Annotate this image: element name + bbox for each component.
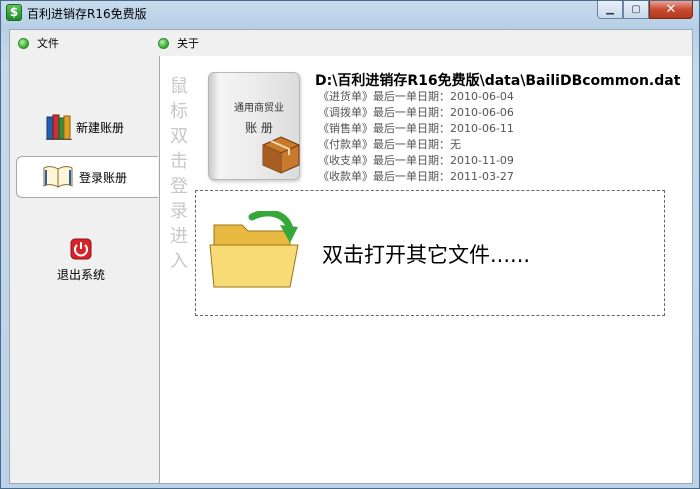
client-area: 文件 关于 新建账册 登录账册 退出系统 鼠 标 双 击 登 录 进 入 通用商… (9, 29, 693, 484)
sidebar-item-new-ledger[interactable]: 新建账册 (16, 106, 158, 148)
menu-about-label: 关于 (177, 37, 199, 50)
menu-about[interactable]: 关于 (158, 35, 199, 51)
menu-file-label: 文件 (37, 37, 59, 50)
app-window: $ 百利进销存R16免费版 ▁ ▢ ✕ 文件 关于 新建账册 登录账册 退出系统… (0, 0, 700, 489)
books-icon (46, 114, 72, 140)
date-line: 《付款单》最后一单日期：无 (318, 138, 461, 151)
sidebar-item-label: 登录账册 (79, 170, 128, 185)
hint-char: 录 (170, 201, 188, 222)
sidebar-item-label: 退出系统 (56, 267, 105, 282)
sidebar-item-label: 新建账册 (76, 120, 125, 135)
open-other-file-area[interactable]: 双击打开其它文件...... (195, 190, 665, 316)
folder-open-icon (209, 211, 299, 288)
date-line: 《收支单》最后一单日期：2010-11-09 (318, 154, 514, 167)
sidebar-item-exit[interactable]: 退出系统 (16, 234, 158, 286)
green-dot-icon (158, 37, 169, 49)
window-title: 百利进销存R16免费版 (27, 7, 147, 21)
hint-char: 进 (170, 226, 188, 247)
date-line: 《收款单》最后一单日期：2011-03-27 (318, 170, 514, 183)
file-path: D:\百利进销存R16免费版\data\BailiDBcommon.dat (315, 73, 681, 89)
window-controls: ▁ ▢ ✕ (597, 1, 693, 19)
date-line: 《销售单》最后一单日期：2010-06-11 (318, 122, 514, 135)
last-dates-list: 《进货单》最后一单日期：2010-06-04 《调拨单》最后一单日期：2010-… (318, 89, 514, 185)
date-line: 《调拨单》最后一单日期：2010-06-06 (318, 106, 514, 119)
app-logo-icon: $ (6, 4, 22, 21)
hint-char: 登 (170, 176, 188, 197)
hint-char: 标 (170, 101, 188, 122)
sidebar: 新建账册 登录账册 退出系统 (10, 56, 160, 483)
open-book-icon (43, 166, 73, 188)
package-box-icon (262, 136, 300, 174)
hint-char: 双 (170, 126, 188, 147)
main-panel: 鼠 标 双 击 登 录 进 入 通用商贸业 账 册 D:\百利进销存R16免费版… (159, 56, 692, 483)
hint-char: 鼠 (170, 76, 188, 97)
sidebar-item-login-ledger[interactable]: 登录账册 (16, 156, 158, 198)
vertical-hint: 鼠 标 双 击 登 录 进 入 (168, 74, 190, 274)
maximize-button[interactable]: ▢ (623, 1, 649, 19)
green-dot-icon (18, 37, 29, 49)
date-line: 《进货单》最后一单日期：2010-06-04 (318, 90, 514, 103)
close-button[interactable]: ✕ (649, 1, 693, 19)
hint-char: 入 (170, 251, 188, 272)
open-other-file-label: 双击打开其它文件...... (322, 243, 531, 267)
menu-bar: 文件 关于 (10, 30, 692, 56)
power-icon (70, 238, 92, 259)
hint-char: 击 (170, 151, 188, 172)
title-bar[interactable]: $ 百利进销存R16免费版 ▁ ▢ ✕ (1, 1, 699, 25)
book-line1: 通用商贸业 (234, 103, 284, 114)
menu-file[interactable]: 文件 (18, 35, 59, 51)
minimize-button[interactable]: ▁ (597, 1, 623, 19)
ledger-book-icon[interactable]: 通用商贸业 账 册 (208, 72, 300, 180)
